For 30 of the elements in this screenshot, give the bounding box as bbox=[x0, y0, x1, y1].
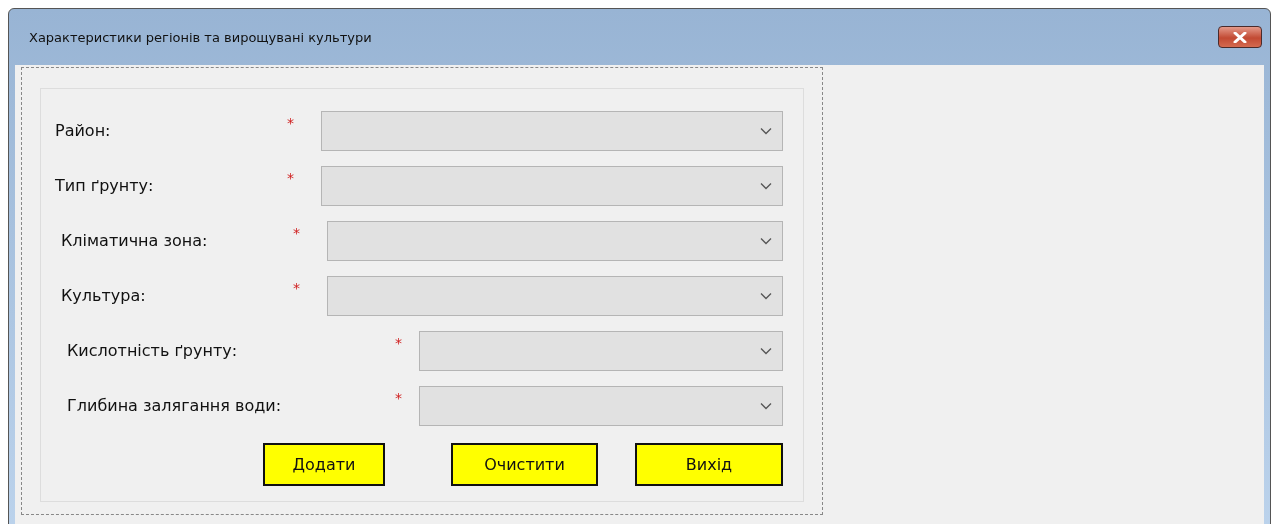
field-label: Тип ґрунту: bbox=[55, 176, 155, 195]
combo-box[interactable] bbox=[419, 385, 783, 426]
action-button[interactable]: Очистити bbox=[451, 443, 598, 486]
chevron-down-icon bbox=[760, 126, 772, 135]
combo-box[interactable] bbox=[327, 275, 783, 316]
close-button[interactable] bbox=[1218, 26, 1262, 48]
chevron-down-icon bbox=[760, 291, 772, 300]
required-mark: * bbox=[395, 335, 403, 351]
combo-box[interactable] bbox=[419, 330, 783, 371]
chevron-down-icon bbox=[760, 401, 772, 410]
action-button[interactable]: Додати bbox=[263, 443, 385, 486]
field-label: Культура: bbox=[61, 286, 147, 305]
action-button[interactable]: Вихід bbox=[635, 443, 783, 486]
chevron-down-icon bbox=[760, 346, 772, 355]
required-mark: * bbox=[287, 115, 295, 131]
required-mark: * bbox=[293, 225, 301, 241]
field-label: Кліматична зона: bbox=[61, 231, 209, 250]
window-title: Характеристики регіонів та вирощувані культури bbox=[29, 29, 372, 45]
required-mark: * bbox=[395, 390, 403, 406]
chevron-down-icon bbox=[760, 181, 772, 190]
required-mark: * bbox=[287, 170, 295, 186]
field-label: Глибина залягання води: bbox=[67, 396, 283, 415]
combo-box[interactable] bbox=[321, 110, 783, 151]
field-label: Кислотність ґрунту: bbox=[67, 341, 239, 360]
combo-box[interactable] bbox=[327, 220, 783, 261]
field-label: Район: bbox=[55, 121, 112, 140]
combo-box[interactable] bbox=[321, 165, 783, 206]
required-mark: * bbox=[293, 280, 301, 296]
close-icon bbox=[1233, 31, 1247, 43]
chevron-down-icon bbox=[760, 236, 772, 245]
